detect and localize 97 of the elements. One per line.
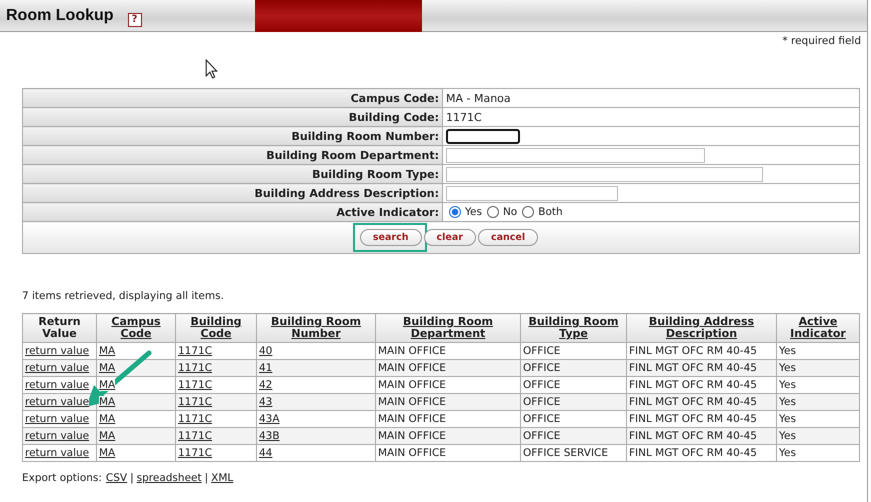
action-button[interactable]: clear [424,229,476,246]
table-cell: MAIN OFFICE [378,362,446,374]
table-cell: Yes [779,447,796,459]
input-field[interactable] [446,186,618,200]
field-label: Campus Code: [22,88,442,108]
table-link[interactable]: 40 [259,345,272,357]
table-cell: OFFICE [523,379,560,391]
table-link[interactable]: 1171C [178,447,212,459]
input-field[interactable] [446,166,763,182]
separator: | [204,472,208,484]
field-label: Building Room Type: [22,164,442,184]
table-cell: Yes [779,396,796,408]
table-cell: Yes [779,430,796,442]
table-link[interactable]: return value [25,430,90,442]
table-cell: Yes [779,413,796,425]
table-link[interactable]: MA [99,396,116,408]
table-link[interactable]: 1171C [178,396,212,408]
table-cell: MAIN OFFICE [378,379,446,391]
table-link[interactable]: return value [25,362,90,374]
table-link[interactable]: 1171C [178,430,212,442]
help-button[interactable]: ? [128,12,142,26]
column-header-link[interactable]: Building Code [176,314,256,342]
table-link[interactable]: MA [99,413,116,425]
column-header-link[interactable]: Building Room Number [256,314,376,342]
field-label: Building Code: [22,108,442,126]
table-link[interactable]: 1171C [178,362,212,374]
table-link[interactable]: MA [99,447,116,459]
table-cell: MAIN OFFICE [378,396,446,408]
column-header-link[interactable]: Building Address Description [626,314,776,342]
table-cell: MAIN OFFICE [378,447,446,459]
column-header-link[interactable]: Building Room Department [376,314,520,342]
table-cell: Yes [779,362,796,374]
radio-label: Yes [465,206,482,218]
field-label: Building Room Number: [22,126,442,146]
field-label: Active Indicator: [22,202,442,222]
action-button[interactable]: cancel [478,229,538,246]
export-link[interactable]: XML [211,472,234,484]
results-summary: 7 items retrieved, displaying all items. [22,290,225,302]
column-header-link[interactable]: Active Indicator [776,314,860,342]
column-header-link[interactable]: Campus Code [96,314,176,342]
table-link[interactable]: MA [99,345,116,357]
table-cell: OFFICE [523,362,560,374]
export-label: Export options: [22,472,102,484]
table-link[interactable]: MA [99,430,116,442]
export-link[interactable]: CSV [106,472,128,484]
column-header: Return Value [22,314,96,342]
table-cell: FINL MGT OFC RM 40-45 [629,345,757,357]
table-cell: OFFICE [523,430,560,442]
table-link[interactable]: MA [99,362,116,374]
table-link[interactable]: 43 [259,396,272,408]
table-cell: MAIN OFFICE [378,345,446,357]
table-cell: Yes [779,345,796,357]
table-link[interactable]: return value [25,379,90,391]
radio-button[interactable] [449,206,461,218]
table-link[interactable]: 43A [259,413,280,425]
field-label: Building Room Department: [22,146,442,164]
table-cell: FINL MGT OFC RM 40-45 [629,413,757,425]
table-link[interactable]: 1171C [178,345,212,357]
table-cell: OFFICE SERVICE [523,447,608,459]
table-cell: OFFICE [523,396,560,408]
field-value: MA - Manoa [446,92,511,104]
table-link[interactable]: return value [25,345,90,357]
table-cell: FINL MGT OFC RM 40-45 [629,379,757,391]
table-link[interactable]: 42 [259,379,272,391]
table-cell: FINL MGT OFC RM 40-45 [629,396,757,408]
table-link[interactable]: 44 [259,447,272,459]
table-link[interactable]: return value [25,396,90,408]
action-button[interactable]: search [360,229,422,246]
radio-label: Both [538,206,563,218]
separator: | [130,472,134,484]
table-link[interactable]: return value [25,447,90,459]
field-label: Building Address Description: [22,184,442,202]
table-cell: MAIN OFFICE [378,430,446,442]
table-cell: Yes [779,379,796,391]
export-link[interactable]: spreadsheet [136,472,202,484]
table-link[interactable]: return value [25,413,90,425]
table-cell: MAIN OFFICE [378,413,446,425]
table-cell: OFFICE [523,413,560,425]
required-field-note: * required field [782,35,861,47]
table-link[interactable]: 1171C [178,413,212,425]
column-header-link[interactable]: Building Room Type [520,314,626,342]
table-cell: FINL MGT OFC RM 40-45 [629,447,757,459]
page-title: Room Lookup [6,6,114,24]
radio-label: No [502,206,518,218]
table-link[interactable]: 43B [259,430,280,442]
input-field[interactable] [446,148,705,162]
table-cell: FINL MGT OFC RM 40-45 [629,430,757,442]
table-cell: FINL MGT OFC RM 40-45 [629,362,757,374]
table-link[interactable]: 1171C [178,379,212,391]
table-link[interactable]: MA [99,379,116,391]
table-link[interactable]: 41 [259,362,272,374]
radio-button[interactable] [522,206,534,218]
radio-button[interactable] [486,206,499,218]
field-value: 1171C [446,110,482,124]
table-cell: OFFICE [523,345,560,357]
mouse-cursor-icon [205,59,218,79]
input-field[interactable] [446,128,520,144]
